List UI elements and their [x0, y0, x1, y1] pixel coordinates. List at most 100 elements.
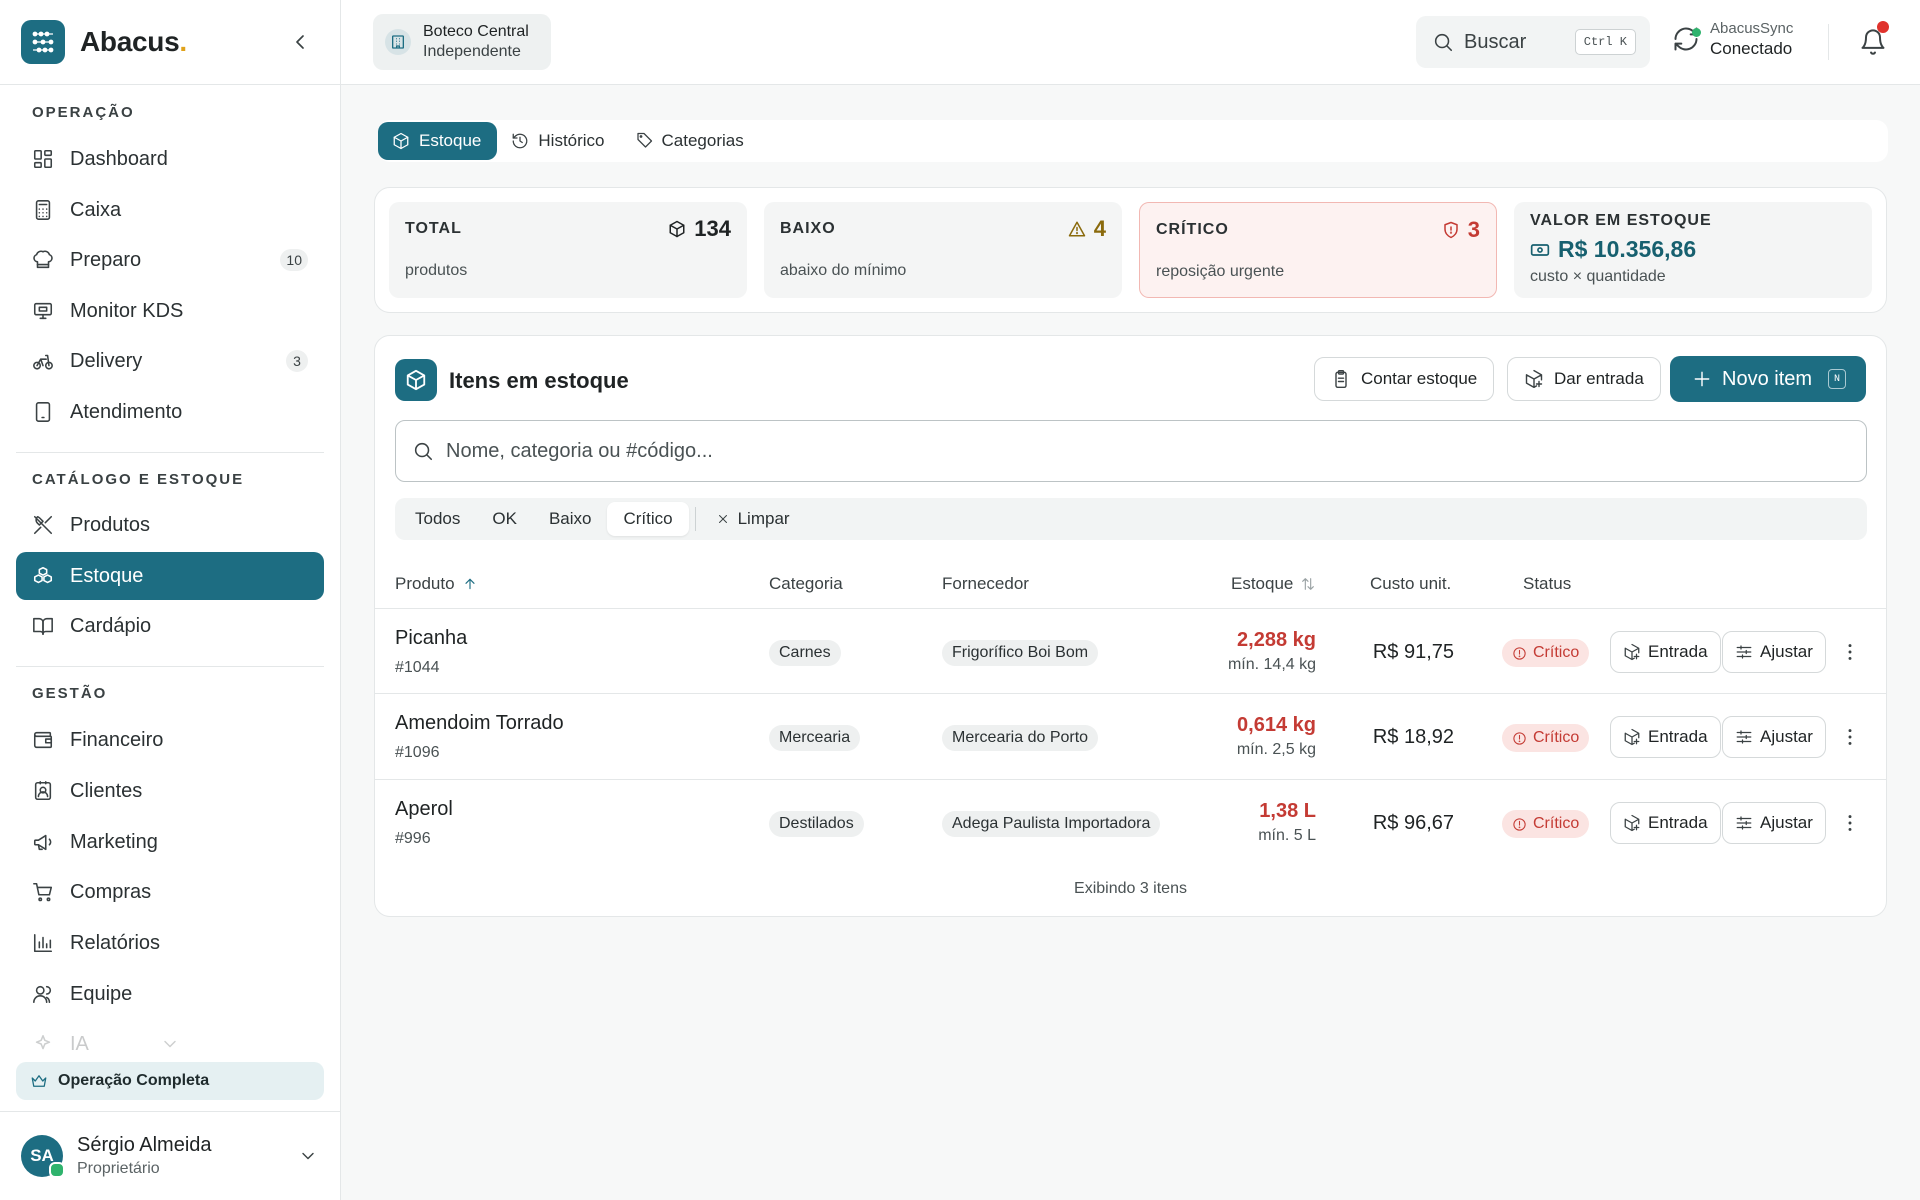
search-icon	[1434, 33, 1453, 52]
column-supplier[interactable]: Fornecedor	[942, 574, 1029, 594]
tab-categorias[interactable]: Categorias	[621, 122, 760, 160]
sliders-icon	[1736, 816, 1752, 830]
stat-number: 4	[1093, 216, 1106, 241]
stat-subtitle: produtos	[405, 262, 468, 279]
product-name: Picanha	[395, 627, 468, 649]
inventory-search-input[interactable]: Nome, categoria ou #código...	[395, 420, 1867, 482]
sidebar-item-clientes[interactable]: Clientes	[16, 767, 324, 815]
avatar: SA	[21, 1135, 65, 1178]
table-row[interactable]: Aperol #996 Destilados Adega Paulista Im…	[375, 779, 1886, 865]
abacus-logo-icon[interactable]	[21, 20, 65, 64]
more-vertical-icon[interactable]	[1839, 641, 1861, 663]
sidebar-item-dashboard[interactable]: Dashboard	[16, 135, 324, 183]
supplier-tag: Frigorífico Boi Bom	[942, 640, 1099, 666]
entry-button[interactable]: Entrada	[1610, 802, 1721, 844]
sidebar-item-ia[interactable]: IA	[16, 1020, 324, 1068]
column-category[interactable]: Categoria	[769, 574, 843, 594]
adjust-button[interactable]: Ajustar	[1722, 631, 1826, 673]
sidebar-item-monitor-kds[interactable]: Monitor KDS	[16, 287, 324, 335]
package-plus-icon	[1525, 369, 1543, 389]
sidebar-item-relatorios[interactable]: Relatórios	[16, 919, 324, 967]
alert-circle-icon	[1513, 646, 1526, 660]
global-search[interactable]: Buscar Ctrl K	[1416, 16, 1650, 68]
entry-button[interactable]: Entrada	[1610, 631, 1721, 673]
new-item-button[interactable]: Novo item N	[1670, 356, 1866, 402]
sidebar-item-produtos[interactable]: Produtos	[16, 501, 324, 549]
column-label: Estoque	[1231, 574, 1294, 593]
count-stock-button[interactable]: Contar estoque	[1314, 357, 1495, 401]
button-label: Ajustar	[1760, 642, 1813, 661]
sidebar-item-preparo[interactable]: Preparo 10	[16, 236, 324, 284]
alert-triangle-icon	[1068, 221, 1085, 237]
product-code: #996	[395, 830, 431, 847]
sidebar-item-cardapio[interactable]: Cardápio	[16, 602, 324, 650]
stat-value: 134	[668, 216, 731, 242]
sidebar-item-estoque[interactable]: Estoque	[16, 552, 324, 600]
user-menu[interactable]: SA Sérgio Almeida Proprietário	[0, 1111, 340, 1200]
shopping-cart-icon	[33, 882, 53, 902]
entry-button[interactable]: Entrada	[1610, 716, 1721, 758]
column-product[interactable]: Produto	[395, 574, 478, 594]
stock-entry-button[interactable]: Dar entrada	[1507, 357, 1661, 401]
status-label: Crítico	[1533, 729, 1580, 746]
divider	[16, 452, 324, 453]
category-tag: Mercearia	[769, 725, 861, 751]
sidebar-item-atendimento[interactable]: Atendimento	[16, 388, 324, 436]
chevron-left-icon[interactable]	[288, 30, 312, 54]
table-row[interactable]: Picanha #1044 Carnes Frigorífico Boi Bom…	[375, 608, 1886, 694]
column-label: Produto	[395, 574, 455, 593]
building-icon	[385, 29, 411, 55]
filter-baixo[interactable]: Baixo	[533, 502, 608, 536]
sidebar-item-label: Caixa	[70, 198, 122, 221]
filter-ok[interactable]: OK	[476, 502, 533, 536]
sidebar-item-financeiro[interactable]: Financeiro	[16, 716, 324, 764]
column-cost[interactable]: Custo unit.	[1370, 574, 1451, 594]
user-name: Sérgio Almeida	[77, 1134, 212, 1156]
sliders-icon	[1736, 645, 1752, 659]
sliders-icon	[1736, 730, 1752, 744]
tab-label: Histórico	[538, 131, 605, 150]
product-code: #1044	[395, 659, 440, 676]
button-label: Entrada	[1648, 642, 1708, 661]
tag-icon	[636, 132, 652, 148]
filter-critico[interactable]: Crítico	[607, 502, 689, 536]
column-status: Status	[1523, 574, 1572, 593]
stock-minimum: mín. 14,4 kg	[1227, 656, 1316, 673]
sidebar-item-equipe[interactable]: Equipe	[16, 970, 324, 1018]
clear-filter-button[interactable]: Limpar	[706, 502, 806, 536]
filter-todos[interactable]: Todos	[399, 502, 476, 536]
sidebar-item-label: Equipe	[70, 982, 133, 1005]
sidebar: Abacus. OPERAÇÃO Dashboard Caixa Preparo…	[0, 0, 341, 1200]
crown-icon	[31, 1075, 47, 1087]
more-vertical-icon[interactable]	[1839, 726, 1861, 748]
history-icon	[513, 133, 528, 149]
sidebar-item-marketing[interactable]: Marketing	[16, 818, 324, 866]
package-plus-icon	[1624, 643, 1640, 661]
adjust-button[interactable]: Ajustar	[1722, 802, 1826, 844]
stock-quantity: 1,38 L	[1259, 800, 1316, 822]
stat-value: 3	[1442, 217, 1480, 243]
sidebar-item-delivery[interactable]: Delivery 3	[16, 337, 324, 385]
store-selector[interactable]: Boteco Central Independente	[373, 14, 551, 70]
sidebar-item-compras[interactable]: Compras	[16, 868, 324, 916]
tab-estoque[interactable]: Estoque	[378, 122, 498, 160]
notification-dot	[1877, 21, 1889, 33]
category-tag: Destilados	[769, 811, 864, 837]
plan-badge[interactable]: Operação Completa	[16, 1062, 324, 1100]
column-stock[interactable]: Estoque	[1231, 574, 1316, 594]
sync-status[interactable]: AbacusSync Conectado	[1672, 20, 1793, 59]
stat-title: TOTAL	[405, 220, 462, 237]
stat-title: CRÍTICO	[1156, 221, 1229, 238]
bar-chart-icon	[33, 933, 53, 953]
tab-historico[interactable]: Histórico	[497, 122, 620, 160]
table-row[interactable]: Amendoim Torrado #1096 Mercearia Mercear…	[375, 693, 1886, 779]
panel-title: Itens em estoque	[449, 368, 629, 393]
search-icon	[414, 442, 433, 461]
package-icon	[393, 132, 409, 150]
more-vertical-icon[interactable]	[1839, 812, 1861, 834]
unit-cost: R$ 18,92	[1372, 726, 1454, 748]
adjust-button[interactable]: Ajustar	[1722, 716, 1826, 758]
button-label: Contar estoque	[1361, 369, 1478, 388]
sidebar-item-caixa[interactable]: Caixa	[16, 186, 324, 234]
plan-label: Operação Completa	[58, 1072, 210, 1089]
